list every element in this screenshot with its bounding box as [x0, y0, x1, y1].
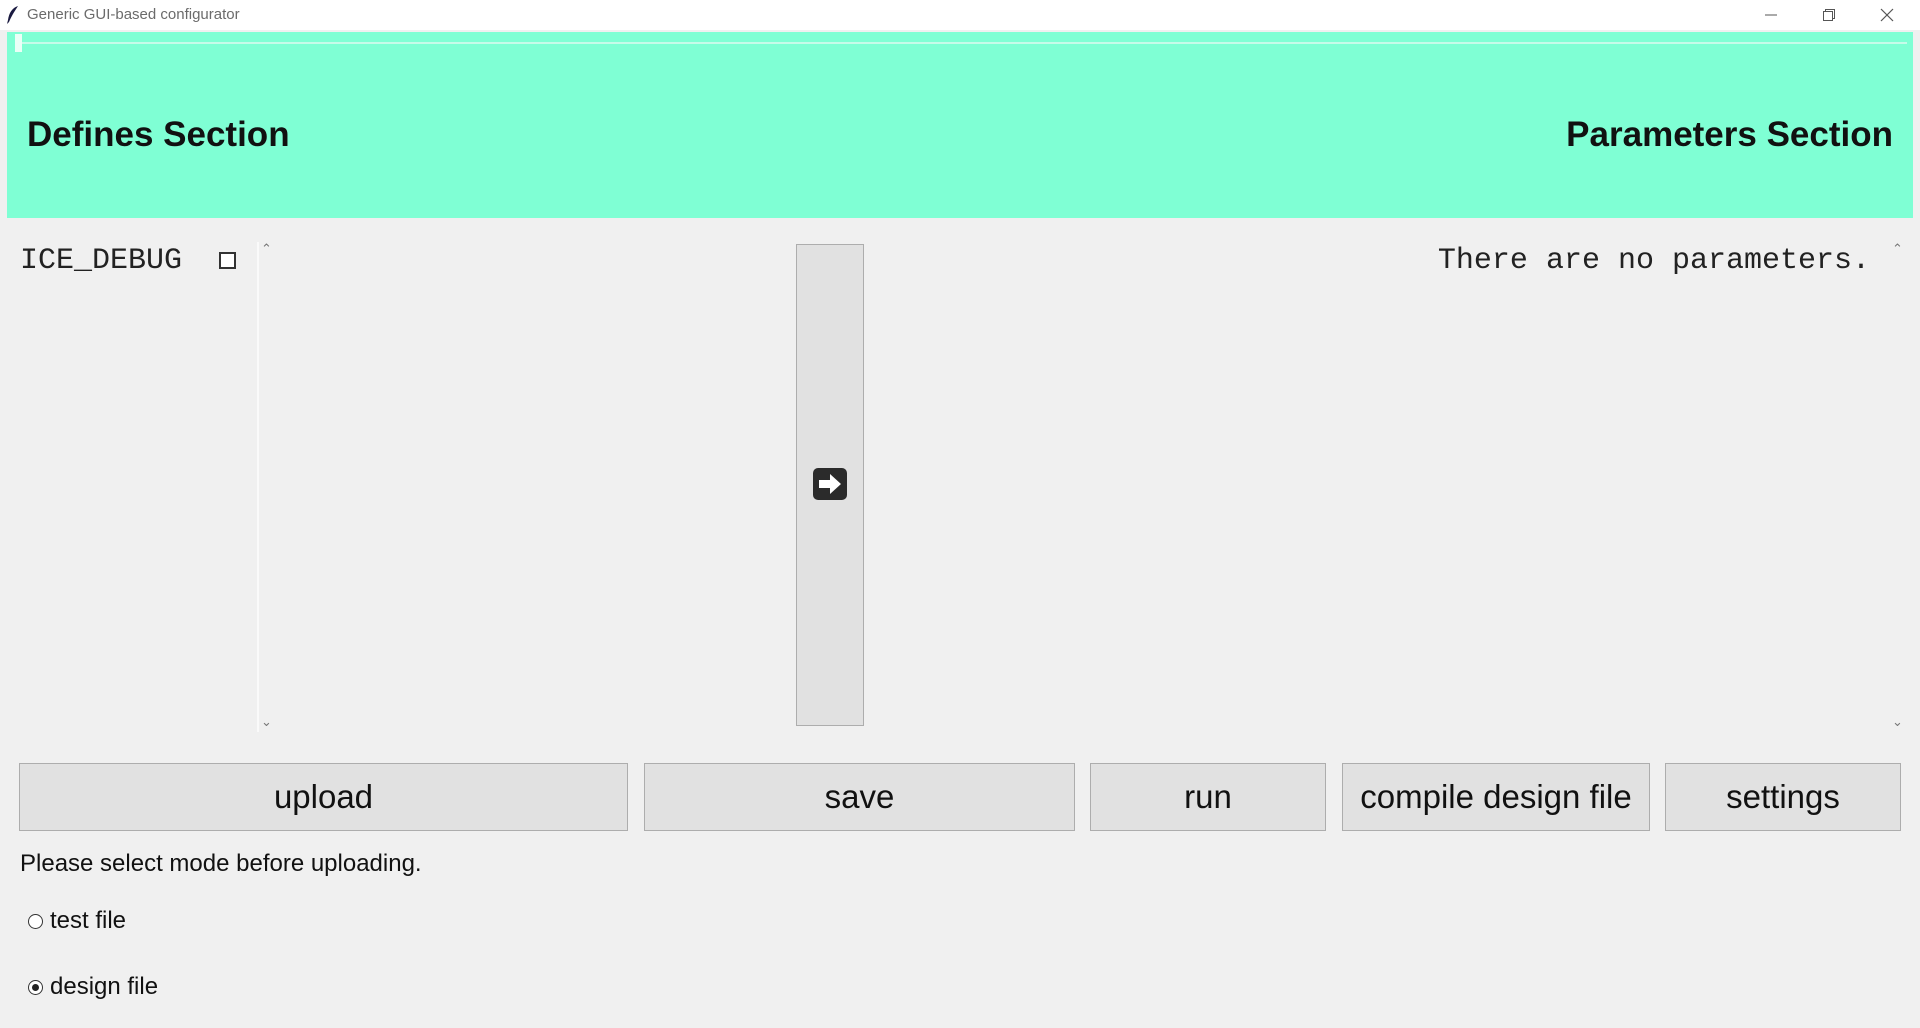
close-button[interactable] — [1858, 0, 1916, 30]
defines-scrollbar[interactable]: ⌃ ⌄ — [257, 242, 273, 732]
scroll-up-icon[interactable]: ⌃ — [261, 242, 272, 255]
minimize-button[interactable] — [1742, 0, 1800, 30]
section-header: Defines Section Parameters Section — [7, 32, 1913, 218]
run-button[interactable]: run — [1090, 763, 1326, 831]
radio-button[interactable] — [28, 913, 43, 929]
minimize-icon — [1765, 14, 1777, 16]
title-bar: Generic GUI-based configurator — [0, 0, 1920, 30]
radio-label[interactable]: design file — [50, 973, 158, 1001]
upload-button[interactable]: upload — [19, 763, 628, 831]
scroll-down-icon[interactable]: ⌄ — [261, 715, 272, 728]
save-button[interactable]: save — [644, 763, 1075, 831]
defines-section-title: Defines Section — [27, 115, 290, 154]
parameters-section-title: Parameters Section — [1566, 115, 1893, 154]
header-marker — [15, 34, 22, 52]
feather-icon — [6, 5, 20, 25]
compile-design-file-button[interactable]: compile design file — [1342, 763, 1650, 831]
transfer-button[interactable] — [796, 244, 864, 726]
maximize-icon — [1823, 9, 1835, 21]
define-checkbox[interactable] — [219, 252, 236, 269]
radio-label[interactable]: test file — [50, 907, 126, 935]
scroll-down-icon[interactable]: ⌄ — [1892, 715, 1903, 728]
mode-option-test-file[interactable]: test file — [28, 907, 126, 935]
radio-button-selected[interactable] — [28, 979, 43, 995]
settings-button[interactable]: settings — [1665, 763, 1901, 831]
window-title: Generic GUI-based configurator — [27, 6, 240, 23]
parameters-scrollbar[interactable]: ⌃ ⌄ — [1890, 242, 1904, 732]
scroll-up-icon[interactable]: ⌃ — [1892, 242, 1903, 255]
header-divider — [15, 42, 1907, 44]
no-parameters-message: There are no parameters. — [1437, 244, 1870, 278]
arrow-right-icon — [813, 468, 847, 500]
close-icon — [1880, 8, 1894, 22]
maximize-button[interactable] — [1800, 0, 1858, 30]
mode-option-design-file[interactable]: design file — [28, 973, 158, 1001]
define-item-label: ICE_DEBUG — [20, 244, 183, 278]
status-message: Please select mode before uploading. — [20, 850, 422, 877]
